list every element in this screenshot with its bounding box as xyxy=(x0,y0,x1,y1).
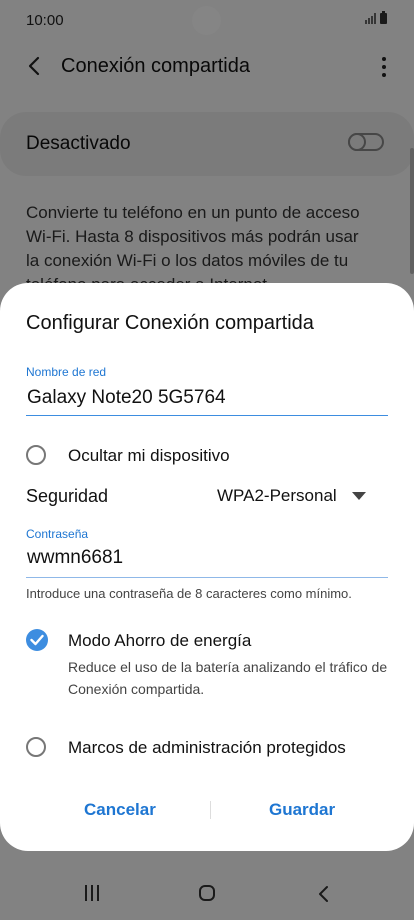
security-label: Seguridad xyxy=(26,486,109,506)
cancel-button[interactable]: Cancelar xyxy=(84,800,156,820)
power-saving-checkbox[interactable] xyxy=(26,629,48,651)
hide-device-checkbox[interactable] xyxy=(26,445,46,465)
power-saving-label: Modo Ahorro de energía xyxy=(68,631,252,650)
protected-frames-label: Marcos de administración protegidos xyxy=(68,738,346,757)
hide-device-label: Ocultar mi dispositivo xyxy=(68,446,230,465)
button-divider xyxy=(210,801,211,819)
network-name-field[interactable]: Nombre de red Galaxy Note20 5G5764 xyxy=(26,365,388,416)
password-value[interactable]: wwmn6681 xyxy=(27,547,123,569)
hotspot-config-dialog: Configurar Conexión compartida Nombre de… xyxy=(0,283,414,851)
dialog-title: Configurar Conexión compartida xyxy=(26,312,314,334)
password-hint: Introduce una contraseña de 8 caracteres… xyxy=(26,586,352,601)
password-label: Contraseña xyxy=(26,527,89,541)
network-name-value[interactable]: Galaxy Note20 5G5764 xyxy=(27,387,226,409)
protected-frames-checkbox[interactable] xyxy=(26,737,46,757)
checkmark-icon xyxy=(30,634,44,646)
password-field[interactable]: Contraseña wwmn6681 xyxy=(26,527,388,578)
save-button[interactable]: Guardar xyxy=(269,800,335,820)
dropdown-arrow-icon[interactable] xyxy=(352,492,366,500)
power-saving-description: Reduce el uso de la batería analizando e… xyxy=(68,659,388,697)
network-name-label: Nombre de red xyxy=(26,365,107,379)
security-dropdown[interactable]: WPA2-Personal xyxy=(217,486,337,506)
